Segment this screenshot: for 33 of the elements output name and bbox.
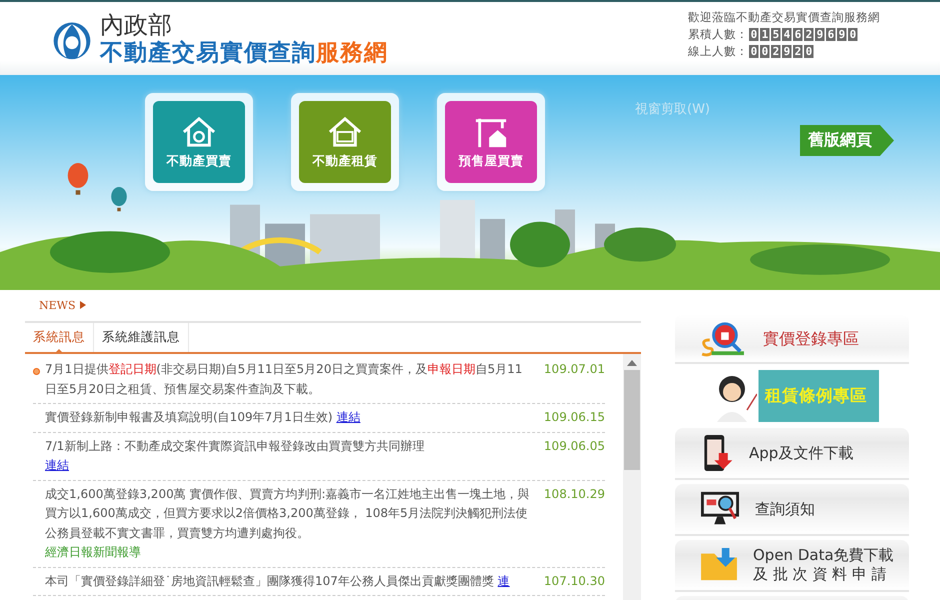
counter-label: 累積人數： — [688, 27, 748, 42]
news-text: 本司「實價登錄詳細登˙房地資訊輕鬆查」團隊獲得107年公務人員傑出貢獻獎團體獎 連 — [45, 572, 510, 590]
scrollbar[interactable] — [623, 354, 641, 600]
news-date: 109.06.15 — [544, 409, 605, 426]
sidebar-button[interactable]: 查詢須知 — [675, 484, 909, 536]
news-heading: NEWS — [39, 298, 76, 312]
overlay-text: 視窗剪取(W) — [635, 101, 710, 118]
balloon-icon — [66, 163, 90, 197]
news-link[interactable]: 連 — [498, 574, 510, 588]
news-text: 7月1日提供登記日期(非交易日期)自5月11日至5月20日之買賣案件，及申報日期 自5月11日至5月20日之租賃、預售屋交易案件查詢及下載。 — [45, 361, 524, 398]
sidebar-button[interactable]: App及文件下載 — [675, 428, 909, 480]
folder-download-icon — [699, 548, 739, 582]
site-title-accent: 服務網 — [316, 40, 388, 66]
news-text: 成交1,600萬登錄3,200萬 實價作假、買賣方均判刑:嘉義市一名江姓地主出售一塊土地，與買方以1,600萬成交，但買方要求以2倍價格3,200萬登錄， 108年5月法院判決觸犯刑法使公務員登載不實文書罪，買賣雙方均遭判處拘役。 — [45, 486, 530, 542]
ministry-name: 內政部 — [100, 10, 172, 38]
balloon-icon — [110, 187, 128, 213]
news-link[interactable]: 連結 — [336, 410, 360, 424]
sidebar-button[interactable]: Open Data免費下載 及 批 次 資 料 申 請 — [675, 540, 909, 592]
news-date: 107.10.30 — [544, 572, 605, 590]
news-date: 109.07.01 — [544, 361, 605, 378]
site-title: 不動產交易實價查詢 — [100, 40, 316, 66]
news-date: 108.10.29 — [544, 486, 605, 502]
news-date: 109.06.05 — [544, 438, 605, 454]
counter-label: 線上人數： — [688, 44, 748, 59]
triangle-icon — [80, 301, 86, 309]
scroll-up-icon[interactable] — [627, 360, 637, 366]
news-text: 7/1新制上路：不動產成交案件實際資訊申報登錄改由買賣雙方共同辦理 — [45, 438, 424, 454]
welcome-text: 歡迎蒞臨不動產交易實價查詢服務網 — [688, 10, 880, 25]
news-text: 實價登錄新制申報書及填寫說明(自109年7月1日生效) 連結 — [45, 409, 360, 426]
news-source: 經濟日報新聞報導 — [45, 544, 141, 561]
old-site-button[interactable]: 舊版網頁 — [800, 125, 894, 156]
category-tile[interactable]: 預售屋買賣 — [445, 101, 537, 183]
news-link[interactable]: 連結 — [45, 456, 69, 476]
